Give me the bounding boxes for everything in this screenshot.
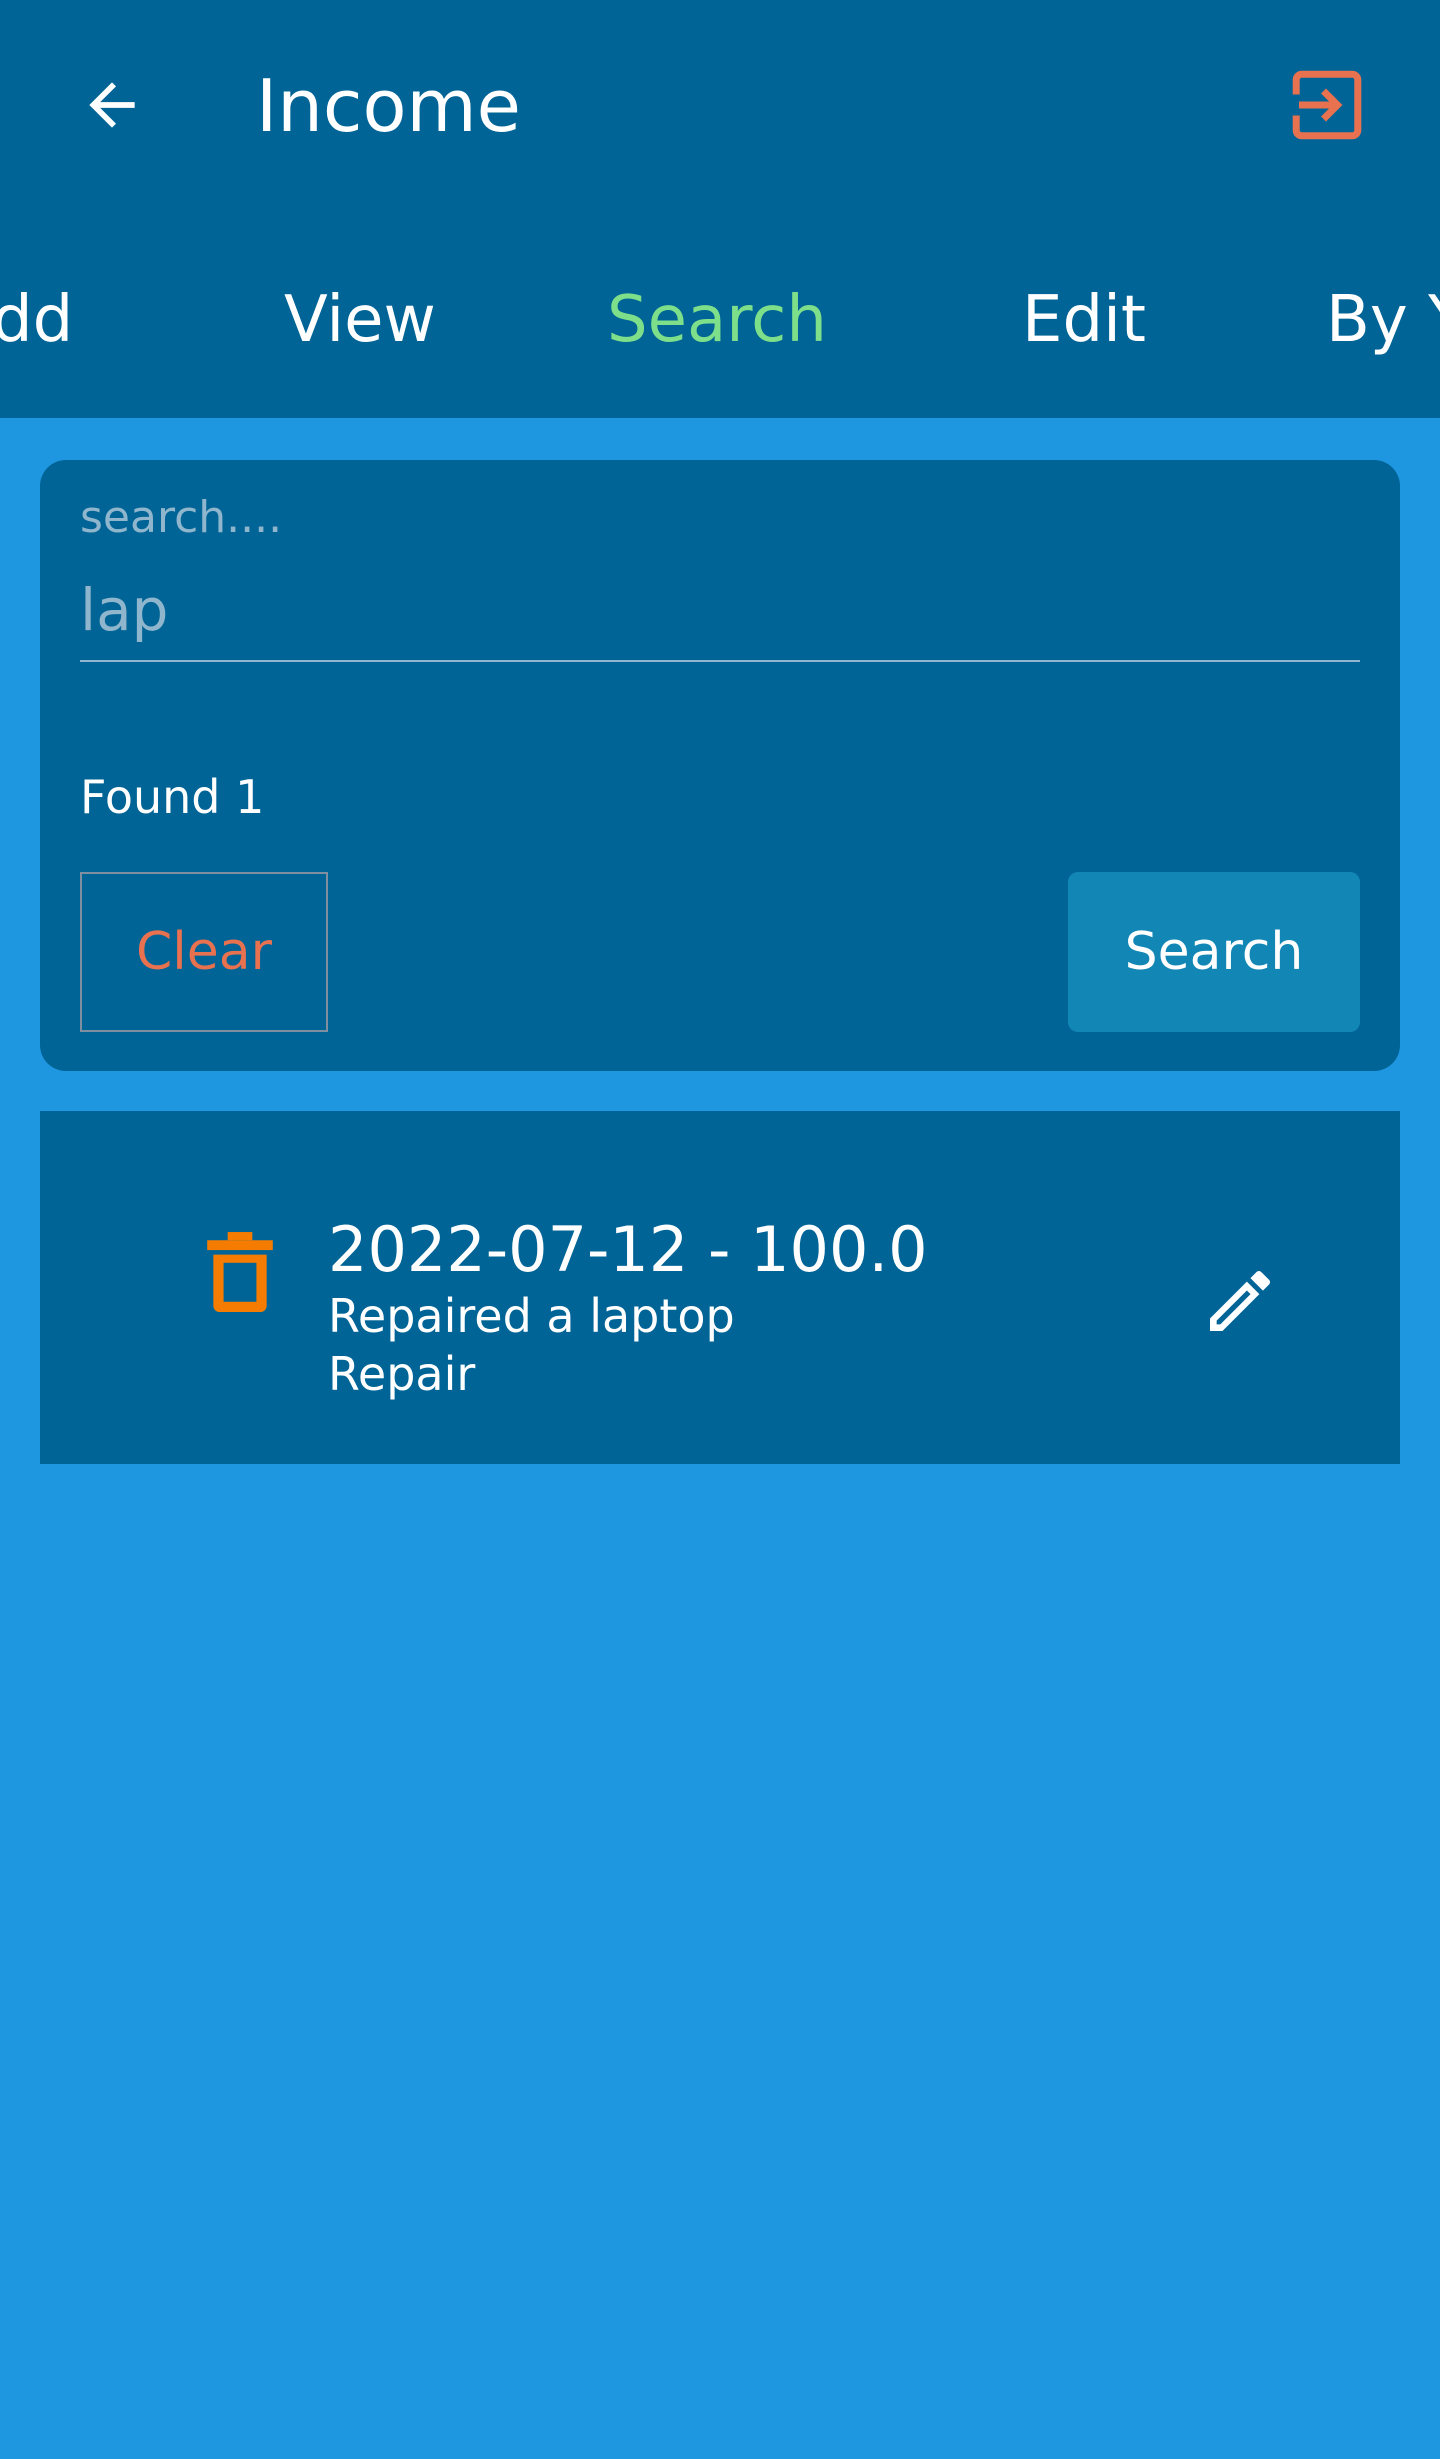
search-input[interactable] [80,560,1360,662]
tab-add[interactable]: dd [0,260,73,380]
found-count: Found 1 [80,770,265,824]
tab-bar: dd View Search Edit By Y [0,260,1440,380]
search-button[interactable]: Search [1068,872,1360,1032]
tab-by-year[interactable]: By Y [1326,260,1440,380]
edit-button[interactable] [1180,1251,1300,1351]
search-field-label: search.... [80,492,283,543]
tab-view[interactable]: View [284,260,436,380]
app-bar: Income dd View Search Edit By Y [0,0,1440,418]
logout-icon [1292,70,1362,140]
tab-edit[interactable]: Edit [1022,260,1146,380]
logout-button[interactable] [1272,50,1382,160]
result-category: Repair [328,1347,476,1401]
search-card: search.... Found 1 Clear Search [40,460,1400,1071]
clear-button[interactable]: Clear [80,872,328,1032]
page-title: Income [256,64,521,148]
trash-icon [207,1232,273,1312]
result-description: Repaired a laptop [328,1289,735,1343]
tab-search[interactable]: Search [607,260,827,380]
delete-button[interactable] [150,1211,330,1331]
arrow-left-icon [89,82,135,128]
pencil-icon [1210,1270,1271,1331]
list-item: 2022-07-12 - 100.0 Repaired a laptop Rep… [40,1111,1400,1464]
back-button[interactable] [62,50,162,160]
result-title: 2022-07-12 - 100.0 [328,1213,928,1286]
